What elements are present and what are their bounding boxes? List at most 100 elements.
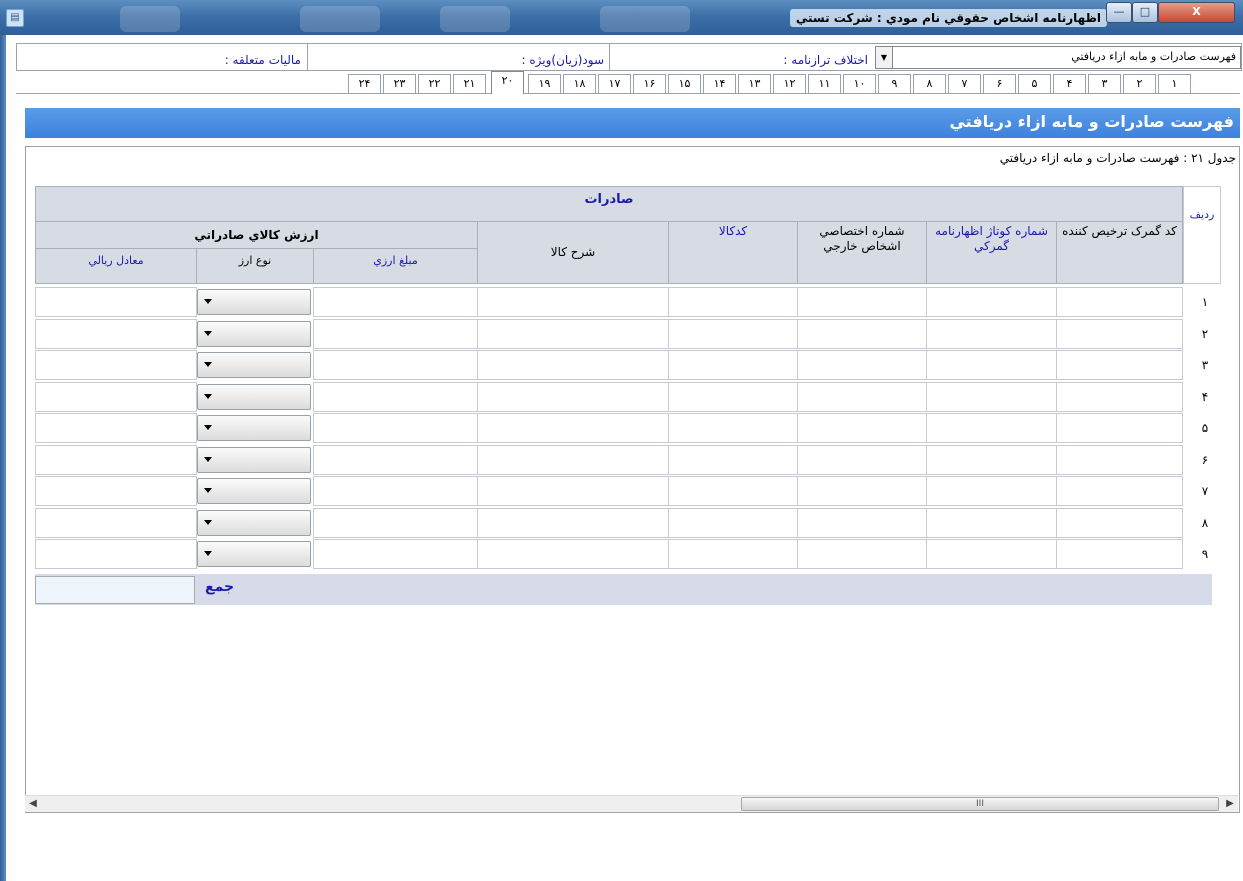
rial-equivalent-cell[interactable] (35, 507, 197, 538)
tab-5[interactable]: ۵ (1018, 74, 1051, 93)
currency-type-dropdown[interactable] (197, 415, 311, 441)
tab-10[interactable]: ۱۰ (843, 74, 876, 93)
customs-code-cell[interactable] (1056, 350, 1183, 380)
tab-16[interactable]: ۱۶ (633, 74, 666, 93)
rial-equivalent-cell[interactable] (35, 318, 197, 349)
foreign-id-cell[interactable] (797, 507, 927, 538)
fx-amount-cell[interactable] (313, 476, 478, 506)
chevron-down-icon[interactable] (204, 425, 212, 430)
cotaj-number-cell[interactable] (926, 381, 1057, 412)
product-code-cell[interactable] (668, 444, 798, 475)
fx-amount-cell[interactable] (313, 350, 478, 380)
sum-rial-field[interactable] (35, 576, 195, 604)
currency-type-dropdown[interactable] (197, 509, 311, 536)
fx-amount-cell[interactable] (313, 444, 478, 475)
customs-code-cell[interactable] (1056, 444, 1183, 475)
tab-12[interactable]: ۱۲ (773, 74, 806, 93)
customs-code-cell[interactable] (1056, 413, 1183, 443)
currency-type-dropdown[interactable] (197, 320, 311, 347)
product-code-cell[interactable] (668, 413, 798, 443)
tab-22[interactable]: ۲۲ (418, 74, 451, 93)
tab-21[interactable]: ۲۱ (453, 74, 486, 93)
rial-equivalent-cell[interactable] (35, 444, 197, 475)
cotaj-number-cell[interactable] (926, 350, 1057, 380)
tab-7[interactable]: ۷ (948, 74, 981, 93)
customs-code-cell[interactable] (1056, 381, 1183, 412)
foreign-id-cell[interactable] (797, 350, 927, 380)
product-code-cell[interactable] (668, 381, 798, 412)
cotaj-number-cell[interactable] (926, 318, 1057, 349)
currency-type-dropdown[interactable] (197, 289, 311, 315)
cotaj-number-cell[interactable] (926, 444, 1057, 475)
tab-2[interactable]: ۲ (1123, 74, 1156, 93)
product-code-cell[interactable] (668, 318, 798, 349)
maximize-button[interactable]: □ (1132, 2, 1158, 23)
customs-code-cell[interactable] (1056, 539, 1183, 569)
fx-amount-cell[interactable] (313, 287, 478, 317)
currency-type-dropdown[interactable] (197, 383, 311, 410)
fx-amount-cell[interactable] (313, 507, 478, 538)
rial-equivalent-cell[interactable] (35, 413, 197, 443)
description-cell[interactable] (477, 507, 669, 538)
customs-code-cell[interactable] (1056, 476, 1183, 506)
fx-amount-cell[interactable] (313, 539, 478, 569)
product-code-cell[interactable] (668, 476, 798, 506)
tab-11[interactable]: ۱۱ (808, 74, 841, 93)
customs-code-cell[interactable] (1056, 507, 1183, 538)
tab-3[interactable]: ۳ (1088, 74, 1121, 93)
description-cell[interactable] (477, 318, 669, 349)
description-cell[interactable] (477, 350, 669, 380)
product-code-cell[interactable] (668, 539, 798, 569)
tab-18[interactable]: ۱۸ (563, 74, 596, 93)
scroll-right-icon[interactable]: ▶ (1222, 796, 1238, 812)
rial-equivalent-cell[interactable] (35, 476, 197, 506)
chevron-down-icon[interactable] (204, 330, 212, 336)
fx-amount-cell[interactable] (313, 381, 478, 412)
description-cell[interactable] (477, 539, 669, 569)
chevron-down-icon[interactable] (204, 488, 212, 493)
tab-13[interactable]: ۱۳ (738, 74, 771, 93)
close-button[interactable]: X (1158, 2, 1235, 23)
product-code-cell[interactable] (668, 507, 798, 538)
foreign-id-cell[interactable] (797, 476, 927, 506)
rial-equivalent-cell[interactable] (35, 539, 197, 569)
form-select-combo[interactable]: فهرست صادرات و مابه ازاء دريافتي ▼ (875, 46, 1241, 69)
tab-1[interactable]: ۱ (1158, 74, 1191, 93)
tab-6[interactable]: ۶ (983, 74, 1016, 93)
cotaj-number-cell[interactable] (926, 287, 1057, 317)
tab-14[interactable]: ۱۴ (703, 74, 736, 93)
chevron-down-icon[interactable] (204, 393, 212, 399)
currency-type-dropdown[interactable] (197, 352, 311, 378)
fx-amount-cell[interactable] (313, 318, 478, 349)
foreign-id-cell[interactable] (797, 539, 927, 569)
tab-20[interactable]: ۲۰ (491, 71, 524, 94)
foreign-id-cell[interactable] (797, 287, 927, 317)
rial-equivalent-cell[interactable] (35, 381, 197, 412)
tab-8[interactable]: ۸ (913, 74, 946, 93)
tab-15[interactable]: ۱۵ (668, 74, 701, 93)
currency-type-dropdown[interactable] (197, 446, 311, 473)
customs-code-cell[interactable] (1056, 287, 1183, 317)
minimize-button[interactable]: — (1106, 2, 1132, 23)
foreign-id-cell[interactable] (797, 444, 927, 475)
tab-23[interactable]: ۲۳ (383, 74, 416, 93)
chevron-down-icon[interactable] (204, 299, 212, 304)
description-cell[interactable] (477, 381, 669, 412)
foreign-id-cell[interactable] (797, 413, 927, 443)
chevron-down-icon[interactable] (204, 519, 212, 525)
tab-17[interactable]: ۱۷ (598, 74, 631, 93)
scroll-left-icon[interactable]: ◀ (25, 796, 41, 812)
tab-9[interactable]: ۹ (878, 74, 911, 93)
cotaj-number-cell[interactable] (926, 539, 1057, 569)
chevron-down-icon[interactable] (204, 551, 212, 556)
description-cell[interactable] (477, 287, 669, 317)
rial-equivalent-cell[interactable] (35, 350, 197, 380)
foreign-id-cell[interactable] (797, 381, 927, 412)
tab-4[interactable]: ۴ (1053, 74, 1086, 93)
currency-type-dropdown[interactable] (197, 541, 311, 567)
currency-type-dropdown[interactable] (197, 478, 311, 504)
product-code-cell[interactable] (668, 287, 798, 317)
description-cell[interactable] (477, 476, 669, 506)
foreign-id-cell[interactable] (797, 318, 927, 349)
product-code-cell[interactable] (668, 350, 798, 380)
